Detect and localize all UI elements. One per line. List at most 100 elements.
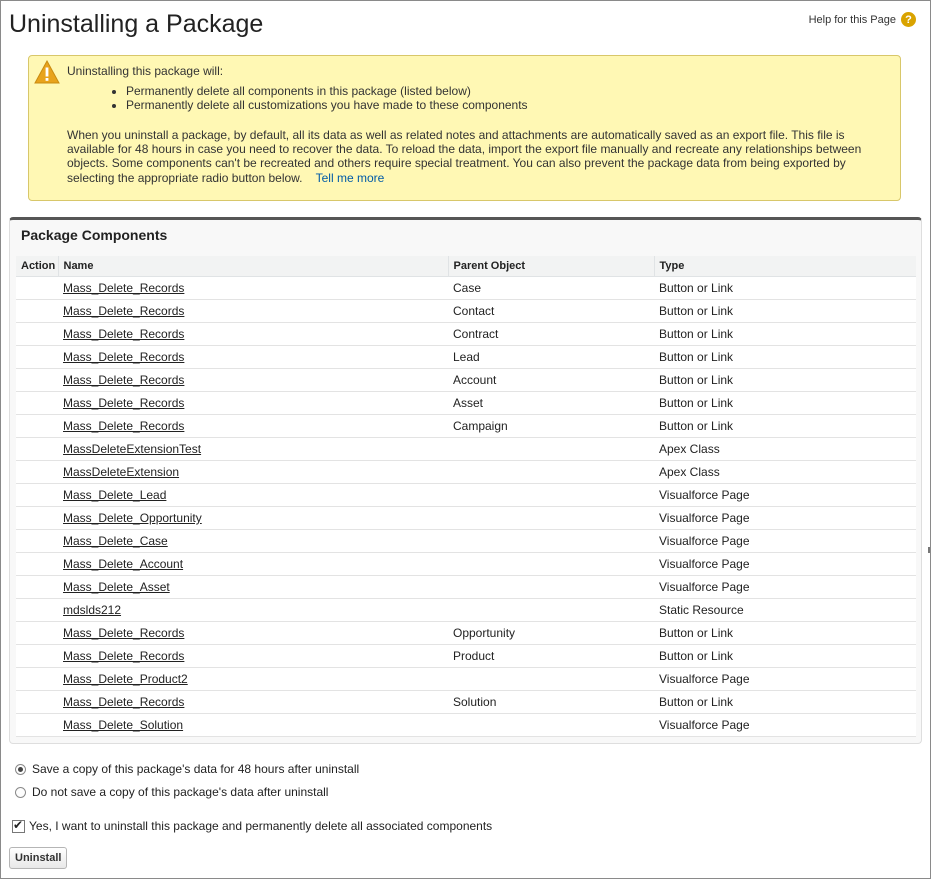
uninstall-button[interactable]: Uninstall (9, 847, 68, 869)
table-row: Mass_Delete_Product2 Visualforce Page (16, 667, 916, 691)
component-name-link[interactable]: Mass_Delete_Records (63, 396, 184, 410)
column-header-parent-object: Parent Object (447, 256, 654, 277)
table-row: Mass_Delete_Records Product Button or Link (16, 644, 916, 668)
no-copy-radio[interactable] (15, 786, 26, 798)
warning-body: When you uninstall a package, by default… (67, 128, 867, 185)
component-name-link[interactable]: Mass_Delete_Solution (63, 718, 183, 732)
action-cell (16, 644, 58, 668)
component-name-link[interactable]: MassDeleteExtensionTest (63, 442, 201, 456)
parent-object-cell (448, 667, 654, 691)
table-row: MassDeleteExtensionTest Apex Class (16, 437, 916, 461)
type-cell: Visualforce Page (654, 506, 916, 530)
confirm-label[interactable]: Yes, I want to uninstall this package an… (29, 819, 492, 833)
name-cell: Mass_Delete_Records (58, 621, 448, 645)
name-cell: Mass_Delete_Records (58, 414, 448, 438)
name-cell: Mass_Delete_Records (58, 276, 448, 300)
warning-bullet: Permanently delete all customizations yo… (126, 98, 528, 112)
action-cell (16, 552, 58, 576)
component-name-link[interactable]: Mass_Delete_Records (63, 419, 184, 433)
component-name-link[interactable]: Mass_Delete_Records (63, 649, 184, 663)
help-question-icon[interactable]: ? (901, 12, 916, 27)
parent-object-cell (448, 437, 654, 461)
parent-object-cell: Account (448, 368, 654, 392)
table-row: Mass_Delete_Case Visualforce Page (16, 529, 916, 553)
name-cell: mdslds212 (58, 598, 448, 622)
type-cell: Button or Link (654, 414, 916, 438)
no-copy-label[interactable]: Do not save a copy of this package's dat… (32, 785, 328, 799)
table-row: Mass_Delete_Lead Visualforce Page (16, 483, 916, 507)
column-header-type: Type (653, 256, 916, 277)
table-row: Mass_Delete_Records Contract Button or Lin… (16, 322, 916, 346)
warning-message: Uninstalling this package will: Permanen… (28, 55, 901, 201)
component-name-link[interactable]: Mass_Delete_Asset (63, 580, 170, 594)
tell-me-more-link[interactable]: Tell me more (316, 171, 385, 185)
component-name-link[interactable]: Mass_Delete_Opportunity (63, 511, 202, 525)
parent-object-cell (448, 483, 654, 507)
name-cell: Mass_Delete_Solution (58, 713, 448, 737)
confirm-checkbox[interactable] (12, 818, 25, 833)
warning-heading: Uninstalling this package will: (67, 64, 224, 78)
type-cell: Apex Class (654, 460, 916, 484)
help-link[interactable]: Help for this Page ? (809, 12, 916, 27)
help-label[interactable]: Help for this Page (809, 14, 896, 26)
action-cell (16, 483, 58, 507)
warning-body-text: When you uninstall a package, by default… (67, 128, 862, 185)
component-name-link[interactable]: Mass_Delete_Records (63, 626, 184, 640)
component-name-link[interactable]: Mass_Delete_Case (63, 534, 168, 548)
component-name-link[interactable]: mdslds212 (63, 603, 121, 617)
action-cell (16, 414, 58, 438)
type-cell: Button or Link (654, 621, 916, 645)
component-name-link[interactable]: MassDeleteExtension (63, 465, 179, 479)
package-components-panel: Package Components Action Name Parent Ob… (9, 217, 922, 744)
no-copy-option[interactable]: Do not save a copy of this package's dat… (15, 785, 359, 799)
type-cell: Visualforce Page (654, 575, 916, 599)
column-header-action: Action (16, 256, 58, 277)
action-cell (16, 368, 58, 392)
table-row: Mass_Delete_Records Campaign Button or Lin… (16, 414, 916, 438)
table-row: Mass_Delete_Records Contact Button or Link (16, 299, 916, 323)
table-row: Mass_Delete_Records Lead Button or Link (16, 345, 916, 369)
parent-object-cell: Solution (448, 690, 654, 714)
component-name-link[interactable]: Mass_Delete_Records (63, 350, 184, 364)
name-cell: Mass_Delete_Records (58, 644, 448, 668)
parent-object-cell: Campaign (448, 414, 654, 438)
component-name-link[interactable]: Mass_Delete_Records (63, 304, 184, 318)
save-copy-radio[interactable] (15, 763, 26, 775)
export-options: Save a copy of this package's data for 4… (15, 762, 359, 808)
parent-object-cell: Product (448, 644, 654, 668)
type-cell: Visualforce Page (654, 483, 916, 507)
type-cell: Visualforce Page (654, 529, 916, 553)
name-cell: Mass_Delete_Product2 (58, 667, 448, 691)
component-name-link[interactable]: Mass_Delete_Records (63, 695, 184, 709)
name-cell: Mass_Delete_Case (58, 529, 448, 553)
type-cell: Button or Link (654, 299, 916, 323)
table-row: MassDeleteExtension Apex Class (16, 460, 916, 484)
component-name-link[interactable]: Mass_Delete_Account (63, 557, 183, 571)
save-copy-label[interactable]: Save a copy of this package's data for 4… (32, 762, 359, 776)
action-cell (16, 506, 58, 530)
table-row: Mass_Delete_Records Case Button or Link (16, 276, 916, 300)
parent-object-cell (448, 713, 654, 737)
component-name-link[interactable]: Mass_Delete_Records (63, 373, 184, 387)
component-name-link[interactable]: Mass_Delete_Product2 (63, 672, 188, 686)
table-row: Mass_Delete_Opportunity Visualforce Page (16, 506, 916, 530)
parent-object-cell (448, 506, 654, 530)
type-cell: Button or Link (654, 368, 916, 392)
type-cell: Button or Link (654, 644, 916, 668)
warning-bullet: Permanently delete all components in thi… (126, 84, 528, 98)
table-row: mdslds212 Static Resource (16, 598, 916, 622)
action-cell (16, 437, 58, 461)
parent-object-cell: Opportunity (448, 621, 654, 645)
save-copy-option[interactable]: Save a copy of this package's data for 4… (15, 762, 359, 776)
confirm-uninstall[interactable]: Yes, I want to uninstall this package an… (12, 818, 492, 833)
component-name-link[interactable]: Mass_Delete_Records (63, 327, 184, 341)
name-cell: Mass_Delete_Records (58, 299, 448, 323)
type-cell: Button or Link (654, 322, 916, 346)
type-cell: Static Resource (654, 598, 916, 622)
components-table: Action Name Parent Object Type Mass_Dele… (16, 256, 916, 737)
parent-object-cell (448, 529, 654, 553)
component-name-link[interactable]: Mass_Delete_Records (63, 281, 184, 295)
component-name-link[interactable]: Mass_Delete_Lead (63, 488, 166, 502)
page-scrollbar[interactable] (928, 547, 930, 553)
parent-object-cell (448, 598, 654, 622)
